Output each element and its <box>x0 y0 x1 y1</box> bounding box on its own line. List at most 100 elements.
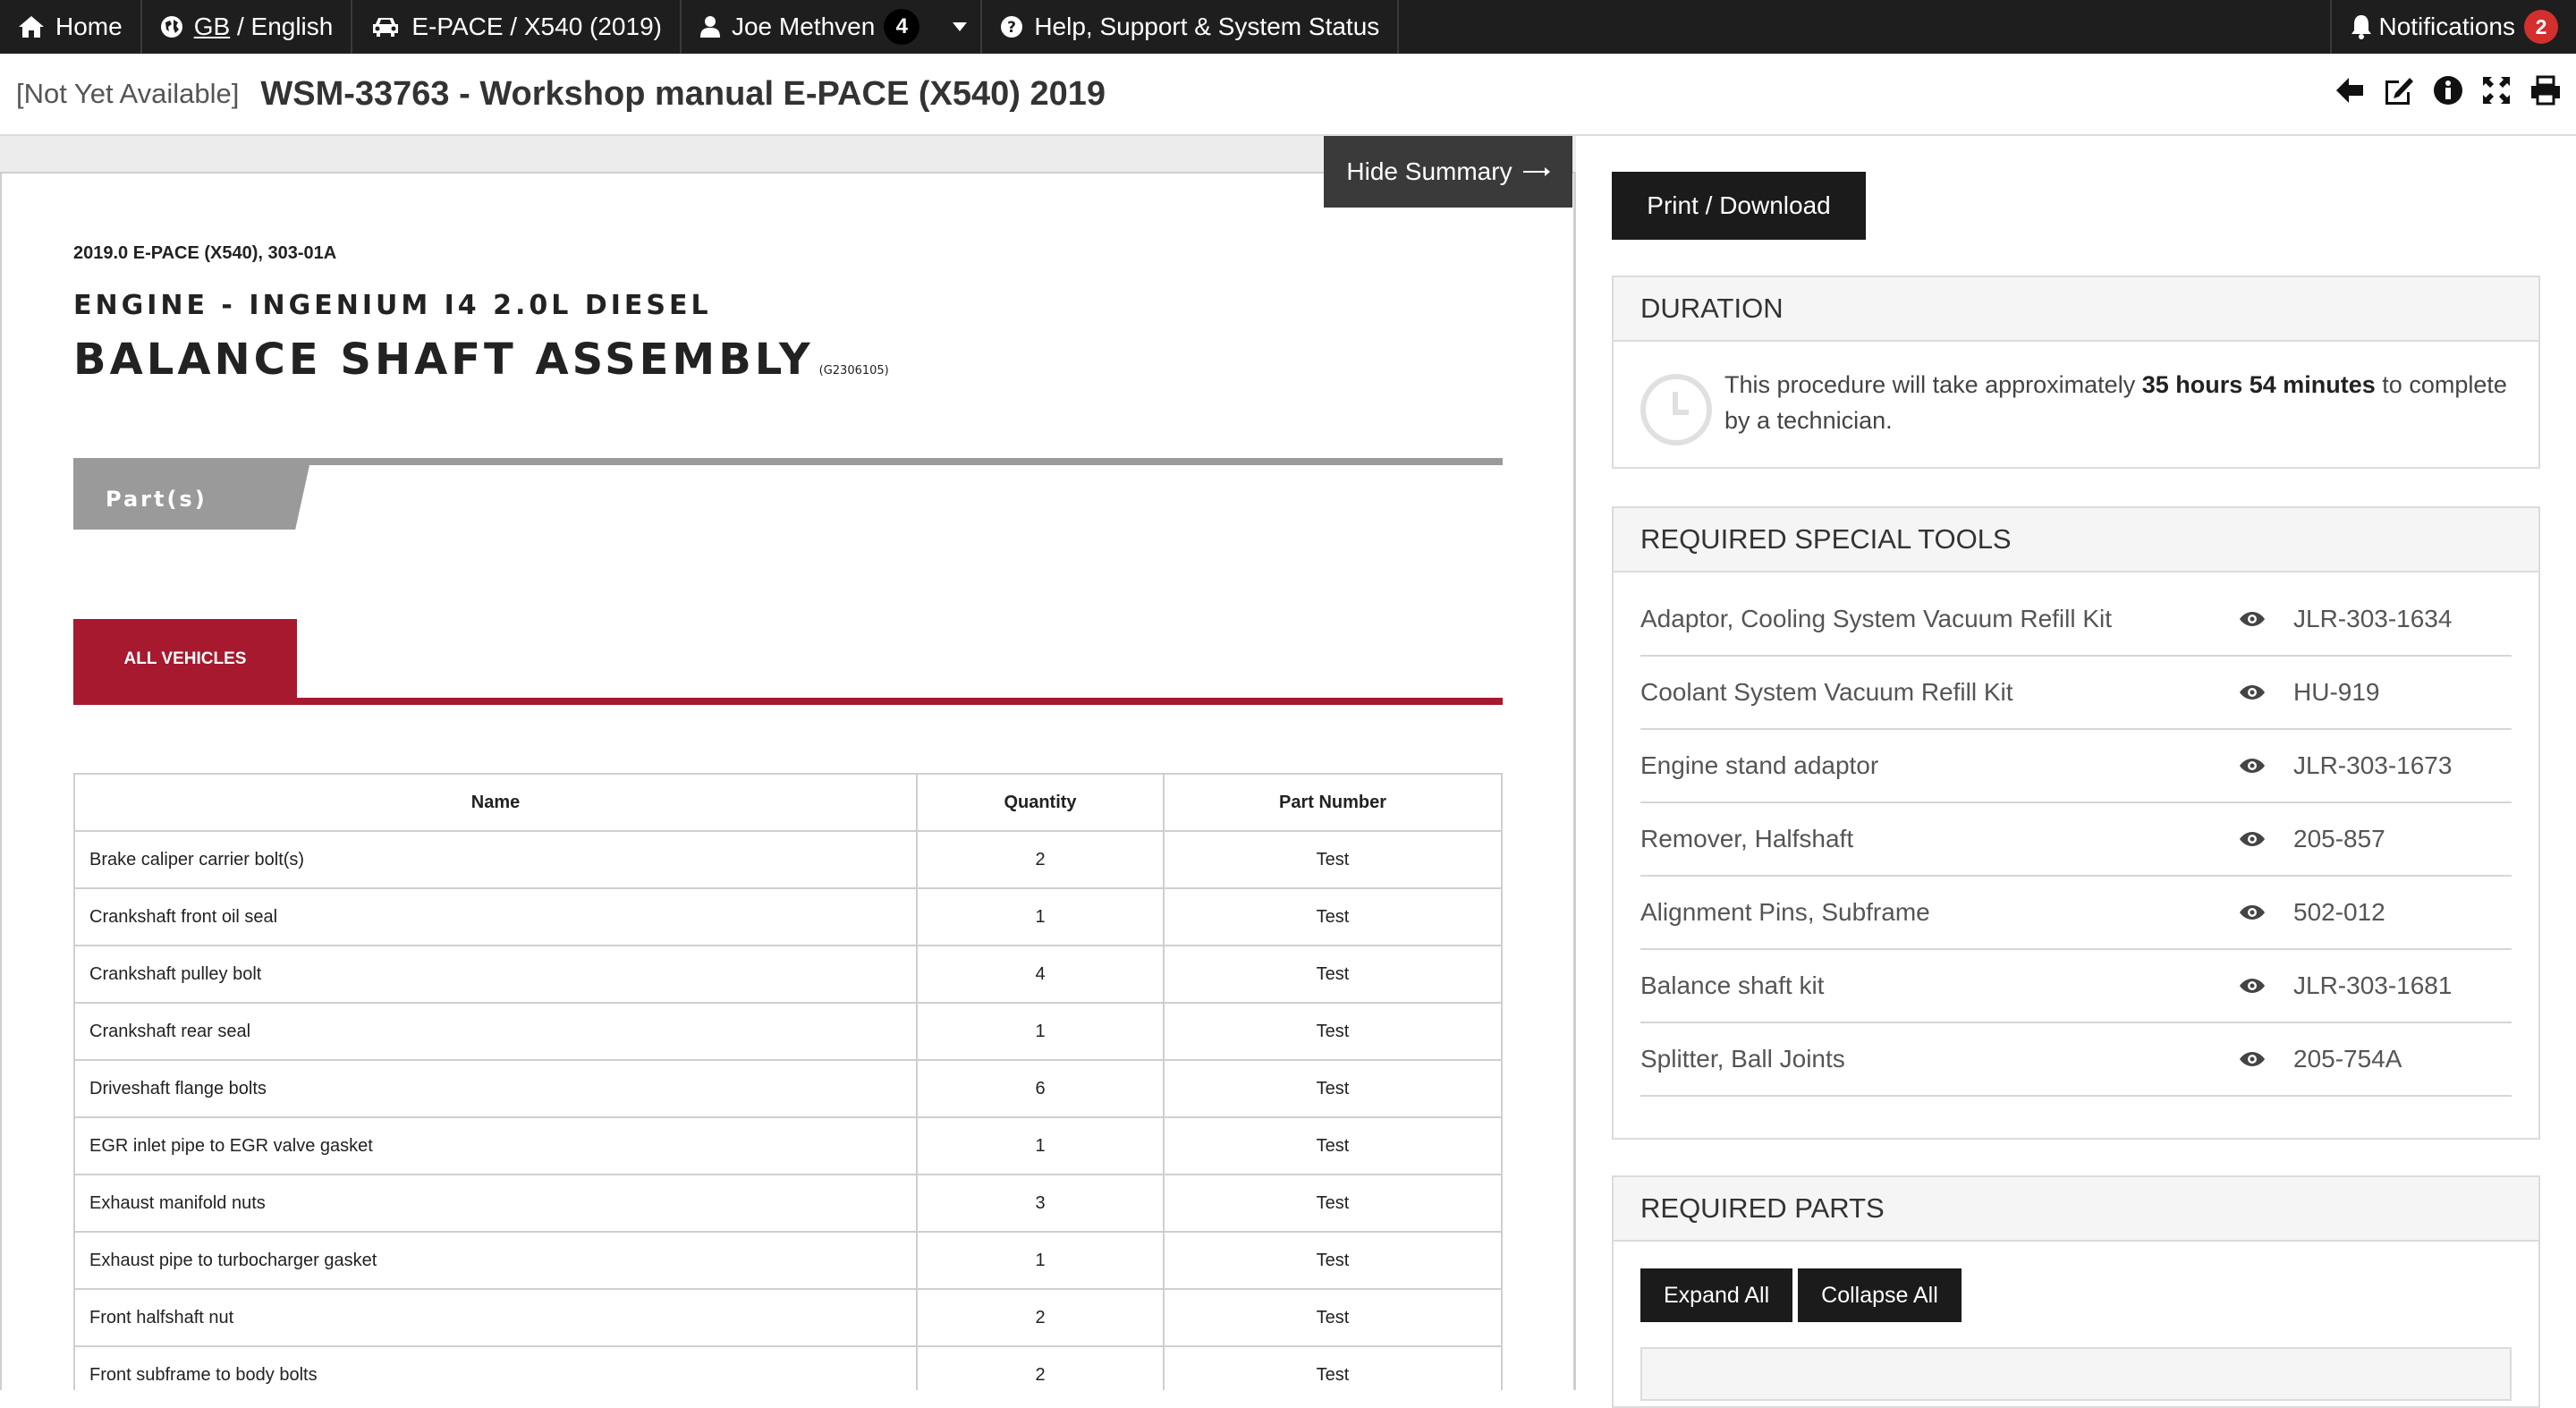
tool-code: 205-754A <box>2293 1045 2402 1073</box>
list-item: Adaptor, Cooling System Vacuum Refill Ki… <box>1640 583 2512 657</box>
nav-user[interactable]: Joe Methven 4 <box>682 0 937 54</box>
nav-home-label: Home <box>55 13 123 40</box>
cell-name: Exhaust pipe to turbocharger gasket <box>73 1231 918 1290</box>
cell-name: Front subframe to body bolts <box>73 1345 918 1390</box>
tool-name: Remover, Halfshaft <box>1640 825 1854 852</box>
arrow-left-icon[interactable] <box>2334 75 2365 106</box>
eye-icon[interactable] <box>2240 684 2293 700</box>
home-icon <box>19 16 44 38</box>
expand-icon[interactable] <box>2481 75 2512 106</box>
column-header-name: Name <box>73 773 918 832</box>
eye-icon[interactable] <box>2240 978 2293 994</box>
list-item: Balance shaft kit JLR-303-1681 <box>1640 950 2512 1023</box>
edit-icon[interactable] <box>2383 75 2415 106</box>
tool-code: JLR-303-1634 <box>2293 605 2453 632</box>
nav-notifications[interactable]: Notifications 2 <box>2330 0 2576 54</box>
cell-name: Front halfshaft nut <box>73 1288 918 1347</box>
hide-summary-label: Hide Summary <box>1346 157 1513 185</box>
globe-icon <box>160 16 182 38</box>
document-meta: 2019.0 E-PACE (X540), 303-01A <box>73 243 337 263</box>
cell-name: Brake caliper carrier bolt(s) <box>73 830 918 889</box>
tool-code: 502-012 <box>2293 898 2385 926</box>
print-download-button[interactable]: Print / Download <box>1612 172 1866 240</box>
eye-icon[interactable] <box>2240 831 2293 847</box>
special-tools-title: REQUIRED SPECIAL TOOLS <box>1614 508 2538 573</box>
required-parts-card: REQUIRED PARTS Expand All Collapse All <box>1612 1175 2540 1408</box>
eye-icon[interactable] <box>2240 904 2293 920</box>
duration-text-before: This procedure will take approximately <box>1724 371 2142 398</box>
caret-down-icon <box>953 22 968 31</box>
nav-vehicle[interactable]: E-PACE / X540 (2019) <box>352 0 682 54</box>
cell-quantity: 4 <box>916 945 1165 1004</box>
duration-card: DURATION This procedure will take approx… <box>1612 276 2540 469</box>
parts-section-rule <box>73 458 1503 465</box>
title-toolbar <box>2334 75 2562 106</box>
duration-title: DURATION <box>1614 277 2538 342</box>
table-row: Crankshaft pulley bolt 4 Test <box>73 945 1503 1004</box>
notifications-count-badge: 2 <box>2524 10 2558 44</box>
nav-notifications-label: Notifications <box>2378 13 2515 40</box>
list-item: Engine stand adaptor JLR-303-1673 <box>1640 730 2512 803</box>
duration-body: This procedure will take approximately 3… <box>1614 342 2538 471</box>
nav-user-dropdown[interactable] <box>937 0 983 54</box>
collapse-all-button[interactable]: Collapse All <box>1798 1268 1962 1322</box>
tool-name: Coolant System Vacuum Refill Kit <box>1640 678 2013 706</box>
document-heading: Balance Shaft Assembly (G2306105) <box>73 335 889 385</box>
nav-help[interactable]: ? Help, Support & System Status <box>982 0 1400 54</box>
cell-quantity: 1 <box>916 1231 1165 1290</box>
cell-name: EGR inlet pipe to EGR valve gasket <box>73 1116 918 1175</box>
cell-part-number: Test <box>1163 1174 1503 1233</box>
cell-name: Crankshaft rear seal <box>73 1002 918 1061</box>
cell-part-number: Test <box>1163 1231 1503 1290</box>
tool-code: JLR-303-1681 <box>2293 971 2453 999</box>
bell-icon <box>2351 15 2372 39</box>
tool-code: 205-857 <box>2293 825 2385 852</box>
car-icon <box>373 18 399 37</box>
hide-summary-button[interactable]: Hide Summary <box>1324 136 1572 208</box>
cell-quantity: 6 <box>916 1059 1165 1118</box>
svg-text:?: ? <box>1007 19 1016 37</box>
nav-language: / English <box>236 13 334 40</box>
info-icon[interactable] <box>2433 75 2463 106</box>
question-circle-icon: ? <box>1001 16 1023 38</box>
table-row: Exhaust manifold nuts 3 Test <box>73 1174 1503 1233</box>
nav-help-label: Help, Support & System Status <box>1034 13 1380 40</box>
cell-quantity: 2 <box>916 1345 1165 1390</box>
special-tools-list: Adaptor, Cooling System Vacuum Refill Ki… <box>1614 573 2538 1097</box>
availability-status: [Not Yet Available] <box>16 78 240 109</box>
user-icon <box>699 16 720 38</box>
required-parts-actions: Expand All Collapse All <box>1614 1242 2538 1322</box>
list-item: Coolant System Vacuum Refill Kit HU-919 <box>1640 657 2512 730</box>
cell-part-number: Test <box>1163 1002 1503 1061</box>
table-row: Front halfshaft nut 2 Test <box>73 1288 1503 1347</box>
nav-region-language[interactable]: GB / English <box>142 0 353 54</box>
eye-icon[interactable] <box>2240 758 2293 774</box>
tab-all-vehicles[interactable]: ALL VEHICLES <box>73 619 297 700</box>
table-row: Brake caliper carrier bolt(s) 2 Test <box>73 830 1503 889</box>
table-row: EGR inlet pipe to EGR valve gasket 1 Test <box>73 1116 1503 1175</box>
cell-quantity: 3 <box>916 1174 1165 1233</box>
column-header-quantity: Quantity <box>916 773 1165 832</box>
table-row: Front subframe to body bolts 2 Test <box>73 1345 1503 1390</box>
tool-code: JLR-303-1673 <box>2293 751 2453 779</box>
document-pane: 2019.0 E-PACE (X540), 303-01A Engine - I… <box>0 172 1576 1390</box>
table-row: Exhaust pipe to turbocharger gasket 1 Test <box>73 1231 1503 1290</box>
top-navigation: Home GB / English E-PACE / X540 (2019) J… <box>0 0 2576 54</box>
eye-icon[interactable] <box>2240 1051 2293 1067</box>
required-parts-accordion[interactable] <box>1640 1347 2512 1401</box>
cell-name: Crankshaft front oil seal <box>73 887 918 946</box>
cell-part-number: Test <box>1163 945 1503 1004</box>
cell-quantity: 2 <box>916 1288 1165 1347</box>
nav-home[interactable]: Home <box>0 0 142 54</box>
cell-name: Crankshaft pulley bolt <box>73 945 918 1004</box>
print-icon[interactable] <box>2529 75 2562 106</box>
expand-all-button[interactable]: Expand All <box>1640 1268 1793 1322</box>
nav-user-name: Joe Methven <box>731 13 876 40</box>
column-header-part-number: Part Number <box>1163 773 1503 832</box>
list-item: Splitter, Ball Joints 205-754A <box>1640 1023 2512 1097</box>
cell-part-number: Test <box>1163 887 1503 946</box>
nav-region[interactable]: GB <box>194 13 230 41</box>
cell-part-number: Test <box>1163 830 1503 889</box>
nav-vehicle-label: E-PACE / X540 (2019) <box>411 13 662 40</box>
eye-icon[interactable] <box>2240 611 2293 627</box>
